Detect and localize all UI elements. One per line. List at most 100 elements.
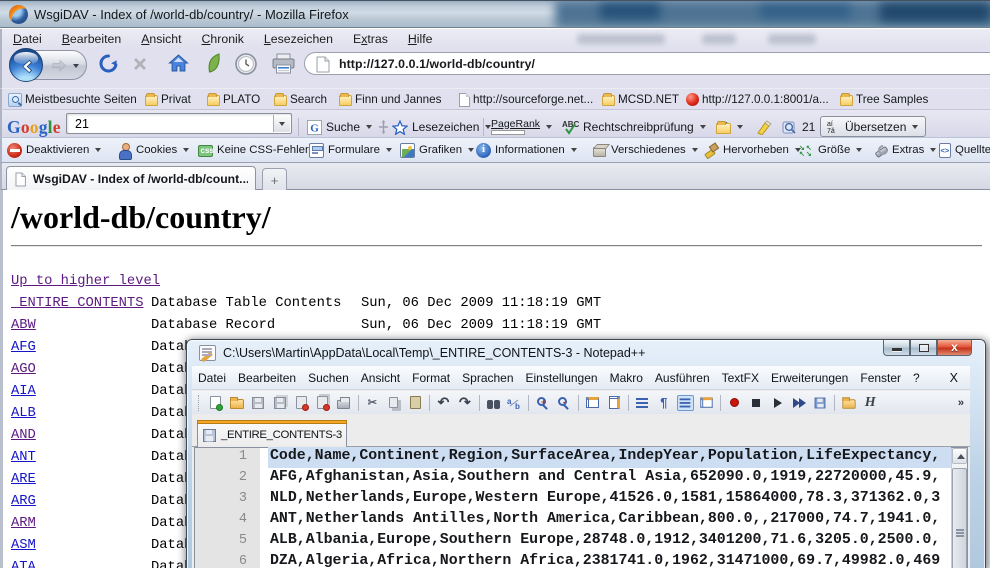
run-macro-multiple-button[interactable]: [791, 395, 808, 411]
webdev-menu-item[interactable]: Cookies: [117, 138, 191, 162]
url-bar[interactable]: http://127.0.0.1/world-db/country/: [304, 52, 990, 75]
new-file-button[interactable]: [207, 395, 224, 411]
menu-item[interactable]: Hilfe: [397, 30, 442, 48]
notepadpp-menu-item[interactable]: Ansicht: [355, 371, 406, 385]
save-all-button[interactable]: [271, 395, 288, 411]
menu-item[interactable]: Chronik: [191, 30, 253, 48]
webdev-menu-item[interactable]: Deaktivieren: [7, 138, 103, 162]
entry-link[interactable]: ALB: [11, 403, 36, 425]
home-button[interactable]: [168, 53, 189, 73]
find-button[interactable]: [485, 395, 502, 411]
indent-guide-button[interactable]: [677, 395, 694, 411]
html-preview-button[interactable]: H: [862, 395, 879, 411]
editor-vertical-scrollbar[interactable]: [951, 448, 967, 568]
notepadpp-menu-close[interactable]: X: [938, 371, 970, 385]
print-button[interactable]: [271, 53, 296, 75]
maximize-button[interactable]: [910, 340, 937, 356]
google-search-value[interactable]: 21: [75, 117, 89, 131]
webdev-menu-item[interactable]: Informationen: [476, 138, 579, 162]
bookmark-item[interactable]: Search: [274, 89, 327, 110]
notepadpp-menu-item[interactable]: Ausführen: [649, 371, 716, 385]
menu-item[interactable]: Lesezeichen: [253, 30, 342, 48]
close-button[interactable]: x: [937, 340, 972, 356]
stop-button[interactable]: [131, 55, 149, 73]
notepadpp-menu-item[interactable]: Datei: [192, 371, 232, 385]
entry-link[interactable]: AFG: [11, 337, 36, 359]
entry-link[interactable]: ABW: [11, 315, 36, 337]
toolbar-overflow-chevron[interactable]: »: [958, 397, 964, 409]
menu-item[interactable]: Datei: [2, 30, 51, 48]
entry-link[interactable]: ANT: [11, 447, 36, 469]
menu-item[interactable]: Ansicht: [130, 30, 190, 48]
close-file-button[interactable]: [293, 395, 310, 411]
webdev-menu-item[interactable]: Hervorheben: [704, 138, 803, 162]
bookmark-item[interactable]: http://sourceforge.net...: [457, 89, 593, 110]
up-to-higher-level-link[interactable]: Up to higher level: [11, 271, 160, 293]
notepadpp-menu-item[interactable]: Einstellungen: [520, 371, 604, 385]
sync-vertical-button[interactable]: [584, 395, 601, 411]
play-macro-button[interactable]: [769, 395, 786, 411]
record-macro-button[interactable]: [726, 395, 743, 411]
zoom-in-button[interactable]: +: [534, 395, 551, 411]
google-search-box[interactable]: 21: [66, 113, 292, 134]
forward-button[interactable]: [50, 59, 68, 72]
entry-link[interactable]: ARE: [11, 469, 36, 491]
url-text[interactable]: http://127.0.0.1/world-db/country/: [339, 57, 535, 71]
redo-button[interactable]: ↷: [456, 395, 473, 411]
save-button[interactable]: [250, 395, 267, 411]
sync-horizontal-button[interactable]: [606, 395, 623, 411]
close-all-button[interactable]: [314, 395, 331, 411]
notepadpp-menu-item[interactable]: Sprachen: [456, 371, 519, 385]
firefox-titlebar[interactable]: WsgiDAV - Index of /world-db/country/ - …: [0, 0, 990, 28]
feed-leaf-icon[interactable]: [206, 52, 222, 75]
history-clock-icon[interactable]: [234, 52, 258, 76]
bookmark-item[interactable]: Tree Samples: [840, 89, 928, 110]
reload-button[interactable]: [98, 53, 119, 74]
menu-item[interactable]: Extras: [342, 30, 397, 48]
notepadpp-menu-item[interactable]: ?: [907, 371, 926, 385]
open-file-button[interactable]: [229, 395, 246, 411]
word-wrap-button[interactable]: [634, 395, 651, 411]
menu-item[interactable]: Bearbeiten: [51, 30, 130, 48]
notepadpp-titlebar[interactable]: C:\Users\Martin\AppData\Local\Temp\_ENTI…: [187, 340, 985, 366]
launch-browser-button[interactable]: [840, 395, 857, 411]
paste-button[interactable]: [407, 395, 424, 411]
notepadpp-menu-item[interactable]: Suchen: [302, 371, 355, 385]
save-macro-button[interactable]: [812, 395, 829, 411]
notepadpp-menu-item[interactable]: Format: [406, 371, 456, 385]
webdev-menu-item[interactable]: Verschiedenes: [592, 138, 700, 162]
entry-link[interactable]: ARG: [11, 491, 36, 513]
notepadpp-editor[interactable]: 1 Code,Name,Continent,Region,SurfaceArea…: [194, 447, 968, 568]
minimize-button[interactable]: [883, 340, 910, 356]
webdev-menu-item[interactable]: Extras: [873, 138, 938, 162]
notepadpp-menu-item[interactable]: Erweiterungen: [765, 371, 854, 385]
scrollbar-thumb[interactable]: [952, 468, 967, 568]
bookmark-item[interactable]: MCSD.NET: [602, 89, 679, 110]
new-tab-button[interactable]: +: [262, 168, 287, 191]
bookmark-item[interactable]: Finn und Jannes: [339, 89, 441, 110]
bookmark-item[interactable]: Meistbesuchte Seiten: [8, 89, 137, 110]
stop-macro-button[interactable]: [748, 395, 765, 411]
notepadpp-menu-item[interactable]: Makro: [604, 371, 649, 385]
entry-link[interactable]: AIA: [11, 381, 36, 403]
uebersetzen-button[interactable]: aí 7ǎ Übersetzen: [820, 116, 926, 137]
notepadpp-active-tab[interactable]: _ENTIRE_CONTENTS-3: [197, 420, 347, 447]
bookmark-item[interactable]: http://127.0.0.1:8001/a...: [686, 89, 829, 110]
entry-link[interactable]: AGO: [11, 359, 36, 381]
webdev-menu-item[interactable]: Quellte: [938, 138, 990, 162]
bookmark-item[interactable]: Privat: [145, 89, 191, 110]
copy-button[interactable]: [385, 395, 402, 411]
print-button-npp[interactable]: [335, 395, 352, 411]
bookmark-item[interactable]: PLATO: [207, 89, 260, 110]
entry-link[interactable]: AND: [11, 425, 36, 447]
history-dropdown-icon[interactable]: [73, 64, 79, 68]
webdev-menu-item[interactable]: Grafiken: [400, 138, 476, 162]
google-search-dropdown[interactable]: [273, 115, 290, 132]
entry-link[interactable]: ASM: [11, 535, 36, 557]
webdev-menu-item[interactable]: Keine CSS-Fehler: [198, 138, 323, 162]
undo-button[interactable]: ↶: [435, 395, 452, 411]
zoom-out-button[interactable]: -: [556, 395, 573, 411]
webdev-menu-item[interactable]: Größe: [799, 138, 864, 162]
show-all-characters-button[interactable]: ¶: [655, 395, 672, 411]
webdev-menu-item[interactable]: Formulare: [309, 138, 394, 162]
